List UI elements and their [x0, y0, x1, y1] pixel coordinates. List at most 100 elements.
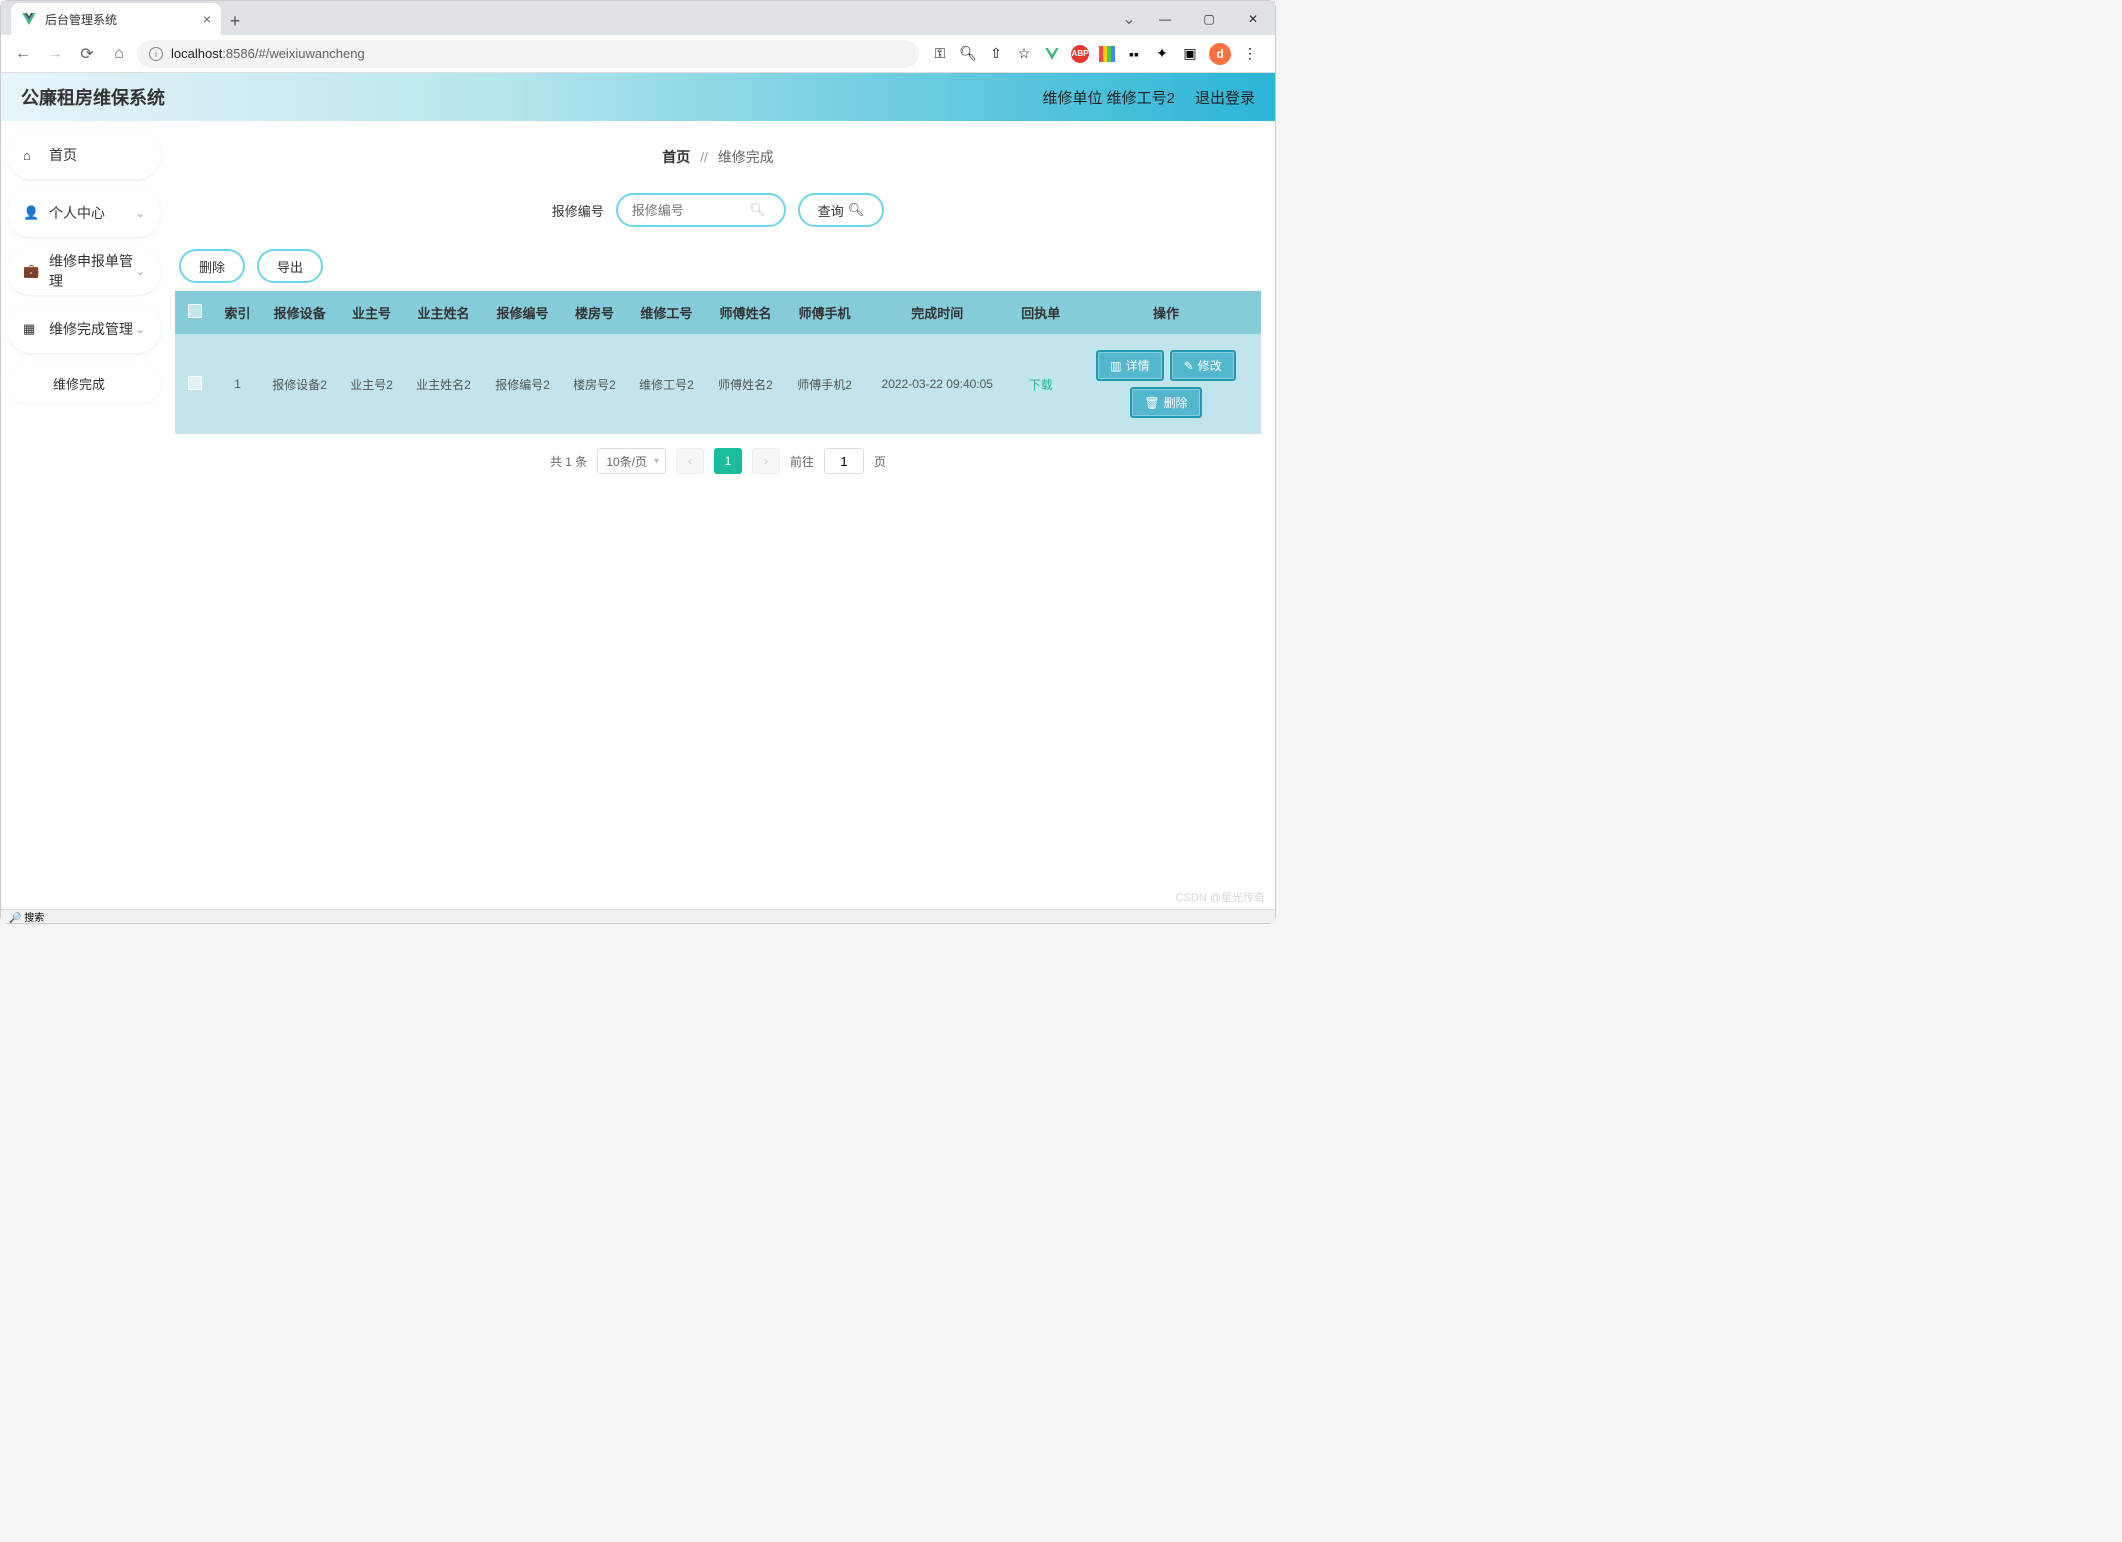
cell-owner-no: 业主号2 [339, 334, 404, 434]
chevron-down-icon: ⌄ [136, 323, 145, 336]
new-tab-button[interactable]: + [221, 7, 249, 35]
window-maximize-icon[interactable]: ▢ [1187, 5, 1231, 33]
pager-next[interactable]: › [752, 448, 780, 474]
table-row: 1 报修设备2 业主号2 业主姓名2 报修编号2 楼房号2 维修工号2 师傅姓名… [175, 334, 1261, 434]
pagination: 共 1 条 10条/页 ‹ 1 › 前往 页 [175, 448, 1261, 474]
row-checkbox[interactable] [188, 376, 202, 390]
pager-page-suffix: 页 [874, 453, 886, 470]
breadcrumb-home[interactable]: 首页 [662, 149, 690, 165]
pager-page-1[interactable]: 1 [714, 448, 742, 474]
url-path: /#/weixiuwancheng [255, 46, 365, 61]
taskbar: 🔎 搜索 [1, 909, 1275, 923]
sidebar-item-complete-mgmt[interactable]: ▦ 维修完成管理 ⌄ [7, 305, 161, 353]
tab-dropdown-icon[interactable]: ⌄ [1115, 9, 1143, 29]
wave-background [161, 483, 1241, 923]
tab-title: 后台管理系统 [45, 11, 117, 28]
detail-button[interactable]: ▥详情 [1096, 350, 1163, 381]
url-input[interactable]: i localhost:8586/#/weixiuwancheng [137, 40, 919, 68]
magnify-icon: 🔍︎ [848, 202, 865, 218]
search-label: 报修编号 [552, 201, 604, 220]
menu-dots-icon[interactable]: ⋮ [1241, 45, 1259, 63]
delete-button[interactable]: 删除 [179, 249, 245, 283]
watermark: CSDN @星光传奇 [1176, 889, 1265, 905]
profile-avatar[interactable]: d [1209, 43, 1231, 65]
window-minimize-icon[interactable]: — [1143, 5, 1187, 33]
vue-favicon [21, 11, 37, 27]
cell-index: 1 [215, 334, 260, 434]
key-icon[interactable]: ⚿ [931, 45, 949, 63]
trash-icon: 🗑 [1144, 396, 1159, 410]
header-user-info[interactable]: 维修单位 维修工号2 [1042, 87, 1175, 108]
url-port: :8586 [222, 46, 255, 61]
browser-tab[interactable]: 后台管理系统 × [11, 3, 221, 35]
home-icon: ⌂ [23, 148, 39, 163]
cell-finish-time: 2022-03-22 09:40:05 [864, 334, 1010, 434]
pager-prev[interactable]: ‹ [676, 448, 704, 474]
sidebar-sub-label: 维修完成 [53, 374, 105, 393]
site-info-icon[interactable]: i [149, 47, 163, 61]
cell-worker-no: 维修工号2 [627, 334, 706, 434]
search-field-icon: 🔍︎ [749, 202, 766, 218]
th-finish-time: 完成时间 [864, 291, 1010, 334]
detail-icon: ▥ [1110, 359, 1121, 373]
briefcase-icon: 💼 [23, 263, 39, 279]
sidebar-item-home[interactable]: ⌂ 首页 [7, 131, 161, 179]
address-bar: ← → ⟳ ⌂ i localhost:8586/#/weixiuwanchen… [1, 35, 1275, 73]
rainbow-ext-icon[interactable] [1099, 46, 1115, 62]
th-master-phone: 师傅手机 [785, 291, 864, 334]
sidebar-item-repair-mgmt[interactable]: 💼 维修申报单管理 ⌄ [7, 247, 161, 295]
grid-icon: ▦ [23, 321, 39, 337]
back-button[interactable]: ← [9, 40, 37, 68]
share-icon[interactable]: ⇧ [987, 45, 1005, 63]
puzzle-icon[interactable]: ✦ [1153, 45, 1171, 63]
th-worker-no: 维修工号 [627, 291, 706, 334]
reload-button[interactable]: ⟳ [73, 40, 101, 68]
cell-master-name: 师傅姓名2 [706, 334, 785, 434]
main-content: 首页 // 维修完成 报修编号 🔍︎ 查询 🔍︎ 删除 [161, 121, 1275, 923]
browser-titlebar: 后台管理系统 × + ⌄ — ▢ ✕ [1, 1, 1275, 35]
ext-icon-dark[interactable]: ▪▪ [1125, 45, 1143, 63]
search-input-wrapper: 🔍︎ [616, 193, 786, 227]
pager-goto-label: 前往 [790, 453, 814, 470]
abp-icon[interactable]: ABP [1071, 45, 1089, 63]
logout-link[interactable]: 退出登录 [1195, 87, 1255, 108]
edit-button[interactable]: ✎修改 [1170, 350, 1236, 381]
vue-devtools-icon[interactable] [1043, 45, 1061, 63]
page-size-select[interactable]: 10条/页 [597, 448, 666, 474]
window-icon[interactable]: ▣ [1181, 45, 1199, 63]
edit-icon: ✎ [1184, 359, 1194, 373]
cell-device: 报修设备2 [260, 334, 339, 434]
query-button[interactable]: 查询 🔍︎ [798, 193, 885, 227]
export-button[interactable]: 导出 [257, 249, 323, 283]
sidebar-subitem-complete[interactable]: 维修完成 [7, 363, 161, 403]
app-header: 公廉租房维保系统 维修单位 维修工号2 退出登录 [1, 73, 1275, 121]
user-icon: 👤 [23, 205, 39, 221]
repair-no-input[interactable] [632, 203, 749, 218]
url-host: localhost [171, 46, 222, 61]
row-delete-button[interactable]: 🗑删除 [1130, 387, 1201, 418]
sidebar-item-personal[interactable]: 👤 个人中心 ⌄ [7, 189, 161, 237]
download-link[interactable]: 下载 [1029, 378, 1053, 392]
sidebar-label-home: 首页 [49, 145, 77, 165]
forward-button[interactable]: → [41, 40, 69, 68]
th-device: 报修设备 [260, 291, 339, 334]
search-icon[interactable]: 🔍︎ [959, 45, 977, 63]
th-building: 楼房号 [562, 291, 627, 334]
breadcrumb: 首页 // 维修完成 [175, 133, 1261, 193]
th-receipt: 回执单 [1010, 291, 1071, 334]
sidebar: ⌂ 首页 👤 个人中心 ⌄ 💼 维修申报单管理 ⌄ ▦ 维修完成管理 ⌄ [1, 121, 161, 923]
data-table: 索引 报修设备 业主号 业主姓名 报修编号 楼房号 维修工号 师傅姓名 师傅手机… [175, 291, 1261, 434]
home-button-browser[interactable]: ⌂ [105, 40, 133, 68]
pager-total: 共 1 条 [550, 453, 587, 470]
tab-close-icon[interactable]: × [203, 11, 211, 27]
check-all[interactable] [188, 304, 202, 318]
cell-master-phone: 师傅手机2 [785, 334, 864, 434]
pager-goto-input[interactable] [824, 448, 864, 474]
th-owner-name: 业主姓名 [404, 291, 483, 334]
breadcrumb-sep: // [700, 149, 708, 165]
window-close-icon[interactable]: ✕ [1231, 5, 1275, 33]
th-operate: 操作 [1071, 291, 1261, 334]
star-icon[interactable]: ☆ [1015, 45, 1033, 63]
taskbar-search[interactable]: 🔎 搜索 [9, 909, 44, 924]
app-title: 公廉租房维保系统 [21, 84, 165, 110]
